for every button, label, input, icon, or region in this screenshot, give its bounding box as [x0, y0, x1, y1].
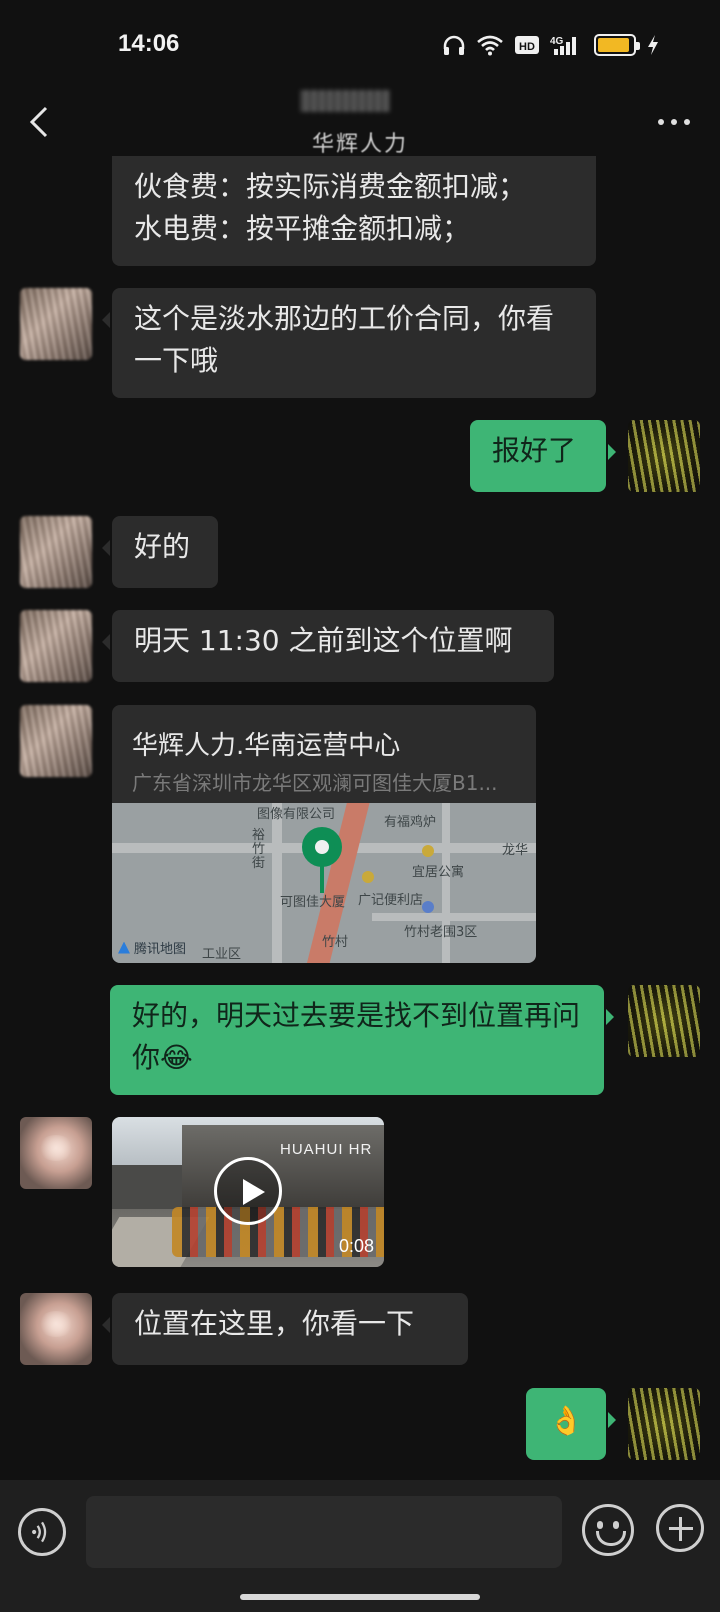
- signal-icon: 4G: [550, 36, 576, 55]
- poi-icon: [362, 871, 374, 883]
- poi-icon: [422, 901, 434, 913]
- map-label: 工业区: [202, 947, 242, 962]
- message-bubble[interactable]: 报好了: [470, 420, 616, 492]
- wifi-icon: [477, 35, 503, 56]
- message-input[interactable]: [86, 1496, 562, 1568]
- message-text: 报好了: [492, 434, 577, 467]
- message-bubble[interactable]: 👌: [526, 1388, 616, 1460]
- map-label: 竹村老围3区: [404, 925, 478, 940]
- map-label: 龙华: [502, 843, 529, 858]
- battery-icon: [594, 34, 640, 56]
- video-message[interactable]: HUAHUI HR 0:08: [112, 1117, 384, 1267]
- video-sign: HUAHUI HR: [280, 1141, 373, 1158]
- status-time: 14:06: [118, 30, 180, 57]
- title-redacted: [300, 90, 390, 112]
- contact-avatar[interactable]: [20, 610, 92, 682]
- message-bubble[interactable]: 位置在这里，你看一下: [102, 1293, 468, 1365]
- play-icon[interactable]: [214, 1157, 282, 1225]
- message-line: 伙食费：按实际消费金额扣减；: [134, 170, 527, 203]
- my-avatar[interactable]: [628, 985, 700, 1057]
- message-bubble[interactable]: 伙食费：按实际消费金额扣减； 水电费：按平摊金额扣减；: [112, 156, 596, 266]
- network-label: 4G: [550, 36, 564, 47]
- map-label: 裕竹街: [252, 828, 266, 871]
- message-text: 位置在这里，你看一下: [134, 1307, 415, 1340]
- map-label: 竹村: [322, 935, 349, 950]
- message-line: 水电费：按平摊金额扣减；: [134, 212, 471, 245]
- contact-avatar[interactable]: [20, 1293, 92, 1365]
- my-avatar[interactable]: [628, 420, 700, 492]
- contact-avatar[interactable]: [20, 705, 92, 777]
- contact-avatar[interactable]: [20, 1117, 92, 1189]
- headphones-icon: [443, 35, 465, 55]
- map-brand: 腾讯地图: [118, 938, 186, 957]
- tencent-map-icon: [118, 941, 130, 954]
- message-text: 明天 11:30 之前到这个位置啊: [134, 624, 513, 657]
- chat-title: 华辉人力: [311, 132, 408, 157]
- location-address: 广东省深圳市龙华区观澜可图佳大厦B1...: [132, 771, 498, 795]
- message-bubble[interactable]: 好的，明天过去要是找不到位置再问你😂: [110, 985, 614, 1095]
- location-pin-stem: [320, 865, 324, 893]
- message-bubble[interactable]: 这个是淡水那边的工价合同，你看一下哦: [102, 288, 596, 398]
- map-label: 可图佳大厦: [280, 895, 346, 910]
- more-button[interactable]: [658, 110, 694, 134]
- add-more-icon[interactable]: [656, 1504, 704, 1552]
- map-label: 广记便利店: [358, 893, 424, 908]
- map-label: 有福鸡炉: [384, 815, 437, 830]
- message-text: 这个是淡水那边的工价合同，你看一下哦: [134, 302, 555, 377]
- message-text: 好的: [134, 530, 191, 563]
- my-avatar[interactable]: [628, 1388, 700, 1460]
- message-bubble[interactable]: 好的: [102, 516, 218, 588]
- map-label: 图像有限公司: [257, 807, 336, 822]
- voice-icon[interactable]: [18, 1508, 66, 1556]
- battery-fill: [598, 38, 629, 52]
- location-title: 华辉人力.华南运营中心: [132, 731, 401, 761]
- location-pin-icon: [302, 827, 342, 867]
- message-text: 好的，明天过去要是找不到位置再问你😂: [132, 999, 581, 1074]
- location-card[interactable]: 华辉人力.华南运营中心 广东省深圳市龙华区观澜可图佳大厦B1... 图像有限公司…: [112, 705, 536, 963]
- status-icons: HD 4G: [442, 30, 660, 60]
- poi-icon: [422, 845, 434, 857]
- contact-avatar[interactable]: [20, 516, 92, 588]
- home-indicator[interactable]: [240, 1594, 480, 1600]
- chat-header: 华辉人力: [0, 90, 720, 165]
- message-bubble[interactable]: 明天 11:30 之前到这个位置啊: [102, 610, 554, 682]
- hd-label: HD: [519, 41, 535, 53]
- video-duration: 0:08: [338, 1236, 374, 1256]
- contact-avatar[interactable]: [20, 288, 92, 360]
- charging-icon: [648, 35, 658, 55]
- map-brand-label: 腾讯地图: [134, 942, 187, 957]
- emoji-icon[interactable]: [582, 1504, 634, 1556]
- hd-icon: HD: [515, 36, 539, 54]
- message-text: 👌: [548, 1404, 584, 1437]
- status-bar: 14:06 HD 4G: [0, 0, 720, 90]
- video-building: [182, 1125, 384, 1215]
- input-bar: [0, 1480, 720, 1612]
- map-preview[interactable]: 图像有限公司 有福鸡炉 裕竹街 宜居公寓 龙华 可图佳大厦 广记便利店 竹村老围…: [112, 803, 536, 963]
- map-label: 宜居公寓: [412, 865, 465, 880]
